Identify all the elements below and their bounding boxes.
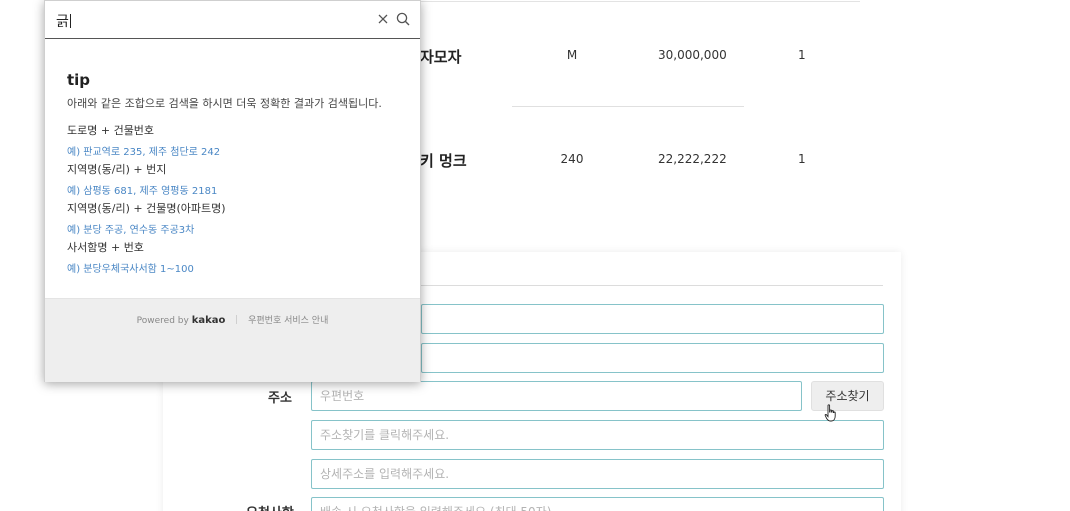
- product-size: 240: [560, 152, 584, 166]
- service-guide-link[interactable]: 우편번호 서비스 안내: [248, 316, 328, 326]
- address-field[interactable]: 주소찾기를 클릭해주세요.: [311, 420, 884, 450]
- search-query: 긁: [56, 14, 69, 30]
- text-caret: [69, 14, 71, 28]
- product-name: 키 멍크: [420, 152, 467, 170]
- tip-item: 도로명 + 건물번호 예) 판교역로 235, 제주 첨단로 242: [67, 122, 220, 158]
- product-quantity: 1: [798, 48, 806, 62]
- tip-example: 예) 삼평동 681, 제주 영평동 2181: [67, 186, 218, 197]
- find-address-button[interactable]: 주소찾기: [811, 381, 884, 411]
- request-field[interactable]: 배송 시 요청사항을 입력해주세요 (최대 50자): [311, 497, 884, 511]
- product-quantity: 1: [798, 152, 806, 166]
- tip-label: 지역명(동/리) + 건물명(아파트명): [67, 202, 226, 215]
- tip-item: 사서함명 + 번호 예) 분당우체국사서함 1~100: [67, 239, 194, 275]
- kakao-logo[interactable]: kakao: [192, 315, 226, 326]
- divider: [512, 106, 744, 107]
- tip-item: 지역명(동/리) + 건물명(아파트명) 예) 분당 주공, 연수동 주공3차: [67, 200, 226, 236]
- product-price: 30,000,000: [658, 48, 727, 62]
- zip-code-field[interactable]: 우편번호: [311, 381, 802, 411]
- divider: [420, 1, 860, 2]
- tip-description: 아래와 같은 조합으로 검색을 하시면 더욱 정확한 결과가 검색됩니다.: [67, 97, 382, 110]
- postcode-search-bar: 긁: [45, 1, 420, 39]
- product-price: 22,222,222: [658, 152, 727, 166]
- product-row: 자모자 M 30,000,000 1: [420, 46, 940, 76]
- footer-separator: [236, 315, 238, 324]
- request-label: 요청사항: [246, 502, 294, 511]
- hand-pointer-icon: [824, 404, 836, 422]
- popup-footer: Powered by kakao 우편번호 서비스 안내: [45, 298, 420, 382]
- product-name: 자모자: [420, 48, 462, 66]
- postcode-search-input[interactable]: 긁: [56, 11, 71, 31]
- tip-title: tip: [67, 71, 91, 89]
- product-row: 키 멍크 240 22,222,222 1: [420, 150, 940, 180]
- tip-example: 예) 판교역로 235, 제주 첨단로 242: [67, 147, 221, 158]
- search-icon[interactable]: [396, 12, 410, 26]
- detail-address-field[interactable]: 상세주소를 입력해주세요.: [311, 459, 884, 489]
- tip-item: 지역명(동/리) + 번지 예) 삼평동 681, 제주 영평동 2181: [67, 161, 217, 197]
- close-icon[interactable]: [377, 13, 389, 25]
- tip-label: 사서함명 + 번호: [67, 241, 144, 254]
- product-size: M: [566, 48, 578, 62]
- postcode-search-popup: 긁 tip 아래와 같은 조합으로 검색을 하시면 더욱 정확한 결과가 검색됩…: [44, 0, 421, 382]
- recipient-name-field[interactable]: [421, 304, 884, 334]
- footer-line: Powered by kakao 우편번호 서비스 안내: [45, 313, 420, 326]
- tip-example: 예) 분당 주공, 연수동 주공3차: [67, 225, 195, 236]
- tip-label: 지역명(동/리) + 번지: [67, 163, 167, 176]
- tip-example: 예) 분당우체국사서함 1~100: [67, 264, 194, 275]
- phone-field[interactable]: [421, 343, 884, 373]
- powered-by-text: Powered by: [136, 316, 189, 326]
- tip-label: 도로명 + 건물번호: [67, 124, 155, 137]
- divider: [421, 285, 883, 286]
- address-label: 주소: [268, 391, 292, 406]
